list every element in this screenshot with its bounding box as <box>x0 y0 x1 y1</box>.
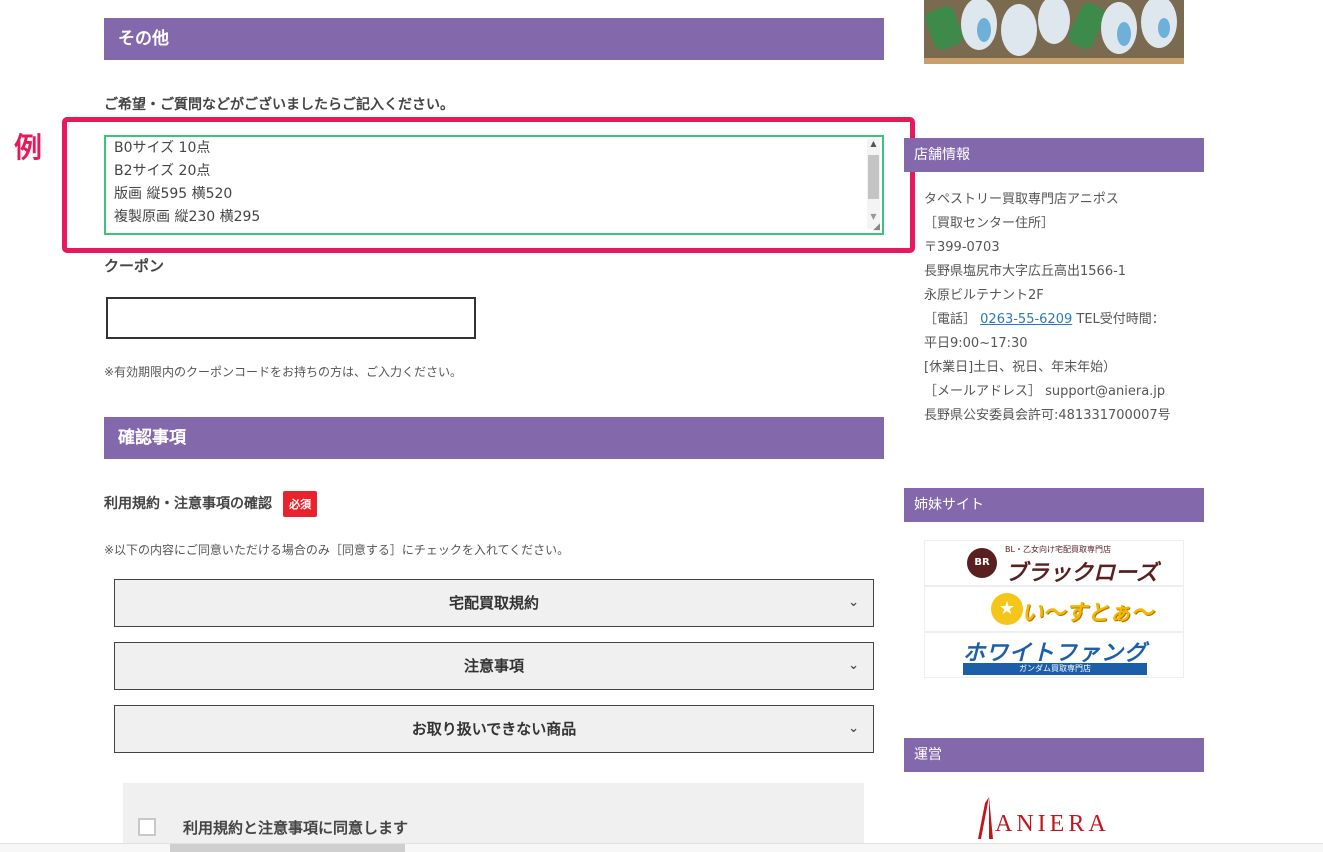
sister-site-name: ブラックローズ <box>1005 561 1158 586</box>
building: 永原ビルテナント2F <box>924 288 1044 303</box>
phone-link[interactable]: 0263-55-6209 <box>980 312 1072 327</box>
chevron-down-icon: ⌄ <box>848 721 859 736</box>
coupon-note: ※有効期限内のクーポンコードをお持ちの方は、ご入力ください。 <box>104 365 463 379</box>
holidays: [休業日]土日、祝日、年末年始） <box>924 360 1117 375</box>
product-photo-graphic <box>924 0 1184 64</box>
terms-label-row: 利用規約・注意事項の確認 必須 <box>104 491 318 517</box>
phone-hours-label: TEL受付時間： <box>1072 312 1165 327</box>
section-header-other: その他 <box>104 18 884 60</box>
scroll-thumb[interactable] <box>868 155 879 199</box>
coupon-input[interactable] <box>106 297 476 339</box>
sister-site-blackrose[interactable]: BR BL・乙女向け宅配買取専門店 ブラックローズ <box>924 540 1184 586</box>
section-header-confirm: 確認事項 <box>104 417 884 459</box>
sister-site-eastored[interactable]: ★ い〜すとぁ〜ど! <box>924 586 1184 658</box>
accordion-label: 注意事項 <box>463 657 524 675</box>
textarea-line: B0サイズ 10点 <box>114 140 211 156</box>
aniera-mark-icon <box>978 797 993 839</box>
request-textarea[interactable]: B0サイズ 10点 B2サイズ 20点 版画 縦595 横520 複製原画 縦2… <box>104 135 884 235</box>
coupon-label: クーポン <box>104 257 165 275</box>
sidebar-header-operator: 運営 <box>904 738 1204 772</box>
product-photo <box>924 0 1184 64</box>
phone-line: ［電話］ 0263-55-6209 TEL受付時間： <box>924 308 1204 332</box>
agree-box: 利用規約と注意事項に同意します <box>123 783 864 851</box>
chevron-down-icon: ⌄ <box>848 595 859 610</box>
resize-handle-icon[interactable]: ◢ <box>873 222 880 232</box>
center-label: ［買取センター住所］ <box>924 216 1055 231</box>
email: ［メールアドレス］ support@aniera.jp <box>924 384 1166 399</box>
terms-label: 利用規約・注意事項の確認 <box>104 496 272 512</box>
postal-code: 〒399-0703 <box>924 240 1000 255</box>
aniera-logo[interactable]: ANIERA <box>975 795 1155 843</box>
sister-site-whitefang[interactable]: ホワイトファング ガンダム買取専門店 <box>924 632 1184 678</box>
scroll-down-arrow-icon[interactable]: ▼ <box>867 212 880 221</box>
accordion-label: お取り扱いできない商品 <box>411 720 577 738</box>
accordion-unacceptable-items[interactable]: お取り扱いできない商品 ⌄ <box>114 705 874 753</box>
agree-checkbox[interactable] <box>138 818 156 836</box>
address: 長野県塩尻市大字広丘高出1566-1 <box>924 264 1127 279</box>
business-hours: 平日9:00~17:30 <box>924 336 1028 351</box>
request-label: ご希望・ご質問などがございましたらご記入ください。 <box>104 97 454 113</box>
license-number: 長野県公安委員会許可:481331700007号 <box>924 408 1171 423</box>
sidebar-header-sister-sites: 姉妹サイト <box>904 488 1204 522</box>
textarea-line: 版画 縦595 横520 <box>114 186 233 202</box>
textarea-scrollbar[interactable]: ▲ ▼ <box>867 139 880 229</box>
required-badge: 必須 <box>283 491 318 517</box>
terms-note: ※以下の内容にご同意いただける場合のみ［同意する］にチェックを入れてください。 <box>104 543 570 557</box>
chevron-down-icon: ⌄ <box>848 658 859 673</box>
shop-info-block: タペストリー買取専門店アニポス ［買取センター住所］ 〒399-0703 長野県… <box>924 188 1204 428</box>
agree-label[interactable]: 利用規約と注意事項に同意します <box>183 817 408 838</box>
phone-prefix: ［電話］ <box>924 312 977 327</box>
scroll-up-arrow-icon[interactable]: ▲ <box>867 139 880 151</box>
sister-site-small-text: BL・乙女向け宅配買取専門店 <box>1005 545 1111 554</box>
sidebar-header-shop-info: 店舗情報 <box>904 138 1204 172</box>
accordion-delivery-terms[interactable]: 宅配買取規約 ⌄ <box>114 579 874 627</box>
star-logo-icon: ★ <box>991 593 1023 625</box>
accordion-notes[interactable]: 注意事項 ⌄ <box>114 642 874 690</box>
accordion-label: 宅配買取規約 <box>448 594 539 612</box>
rose-logo-icon: BR <box>967 548 997 578</box>
shop-name: タペストリー買取専門店アニポス <box>924 192 1119 207</box>
sister-site-sub-label: ガンダム買取専門店 <box>963 663 1147 675</box>
textarea-line: B2サイズ 20点 <box>114 163 211 179</box>
textarea-line: 複製原画 縦230 横295 <box>114 209 261 225</box>
aniera-logo-text: ANIERA <box>995 811 1110 837</box>
example-tag: 例 <box>14 131 43 164</box>
